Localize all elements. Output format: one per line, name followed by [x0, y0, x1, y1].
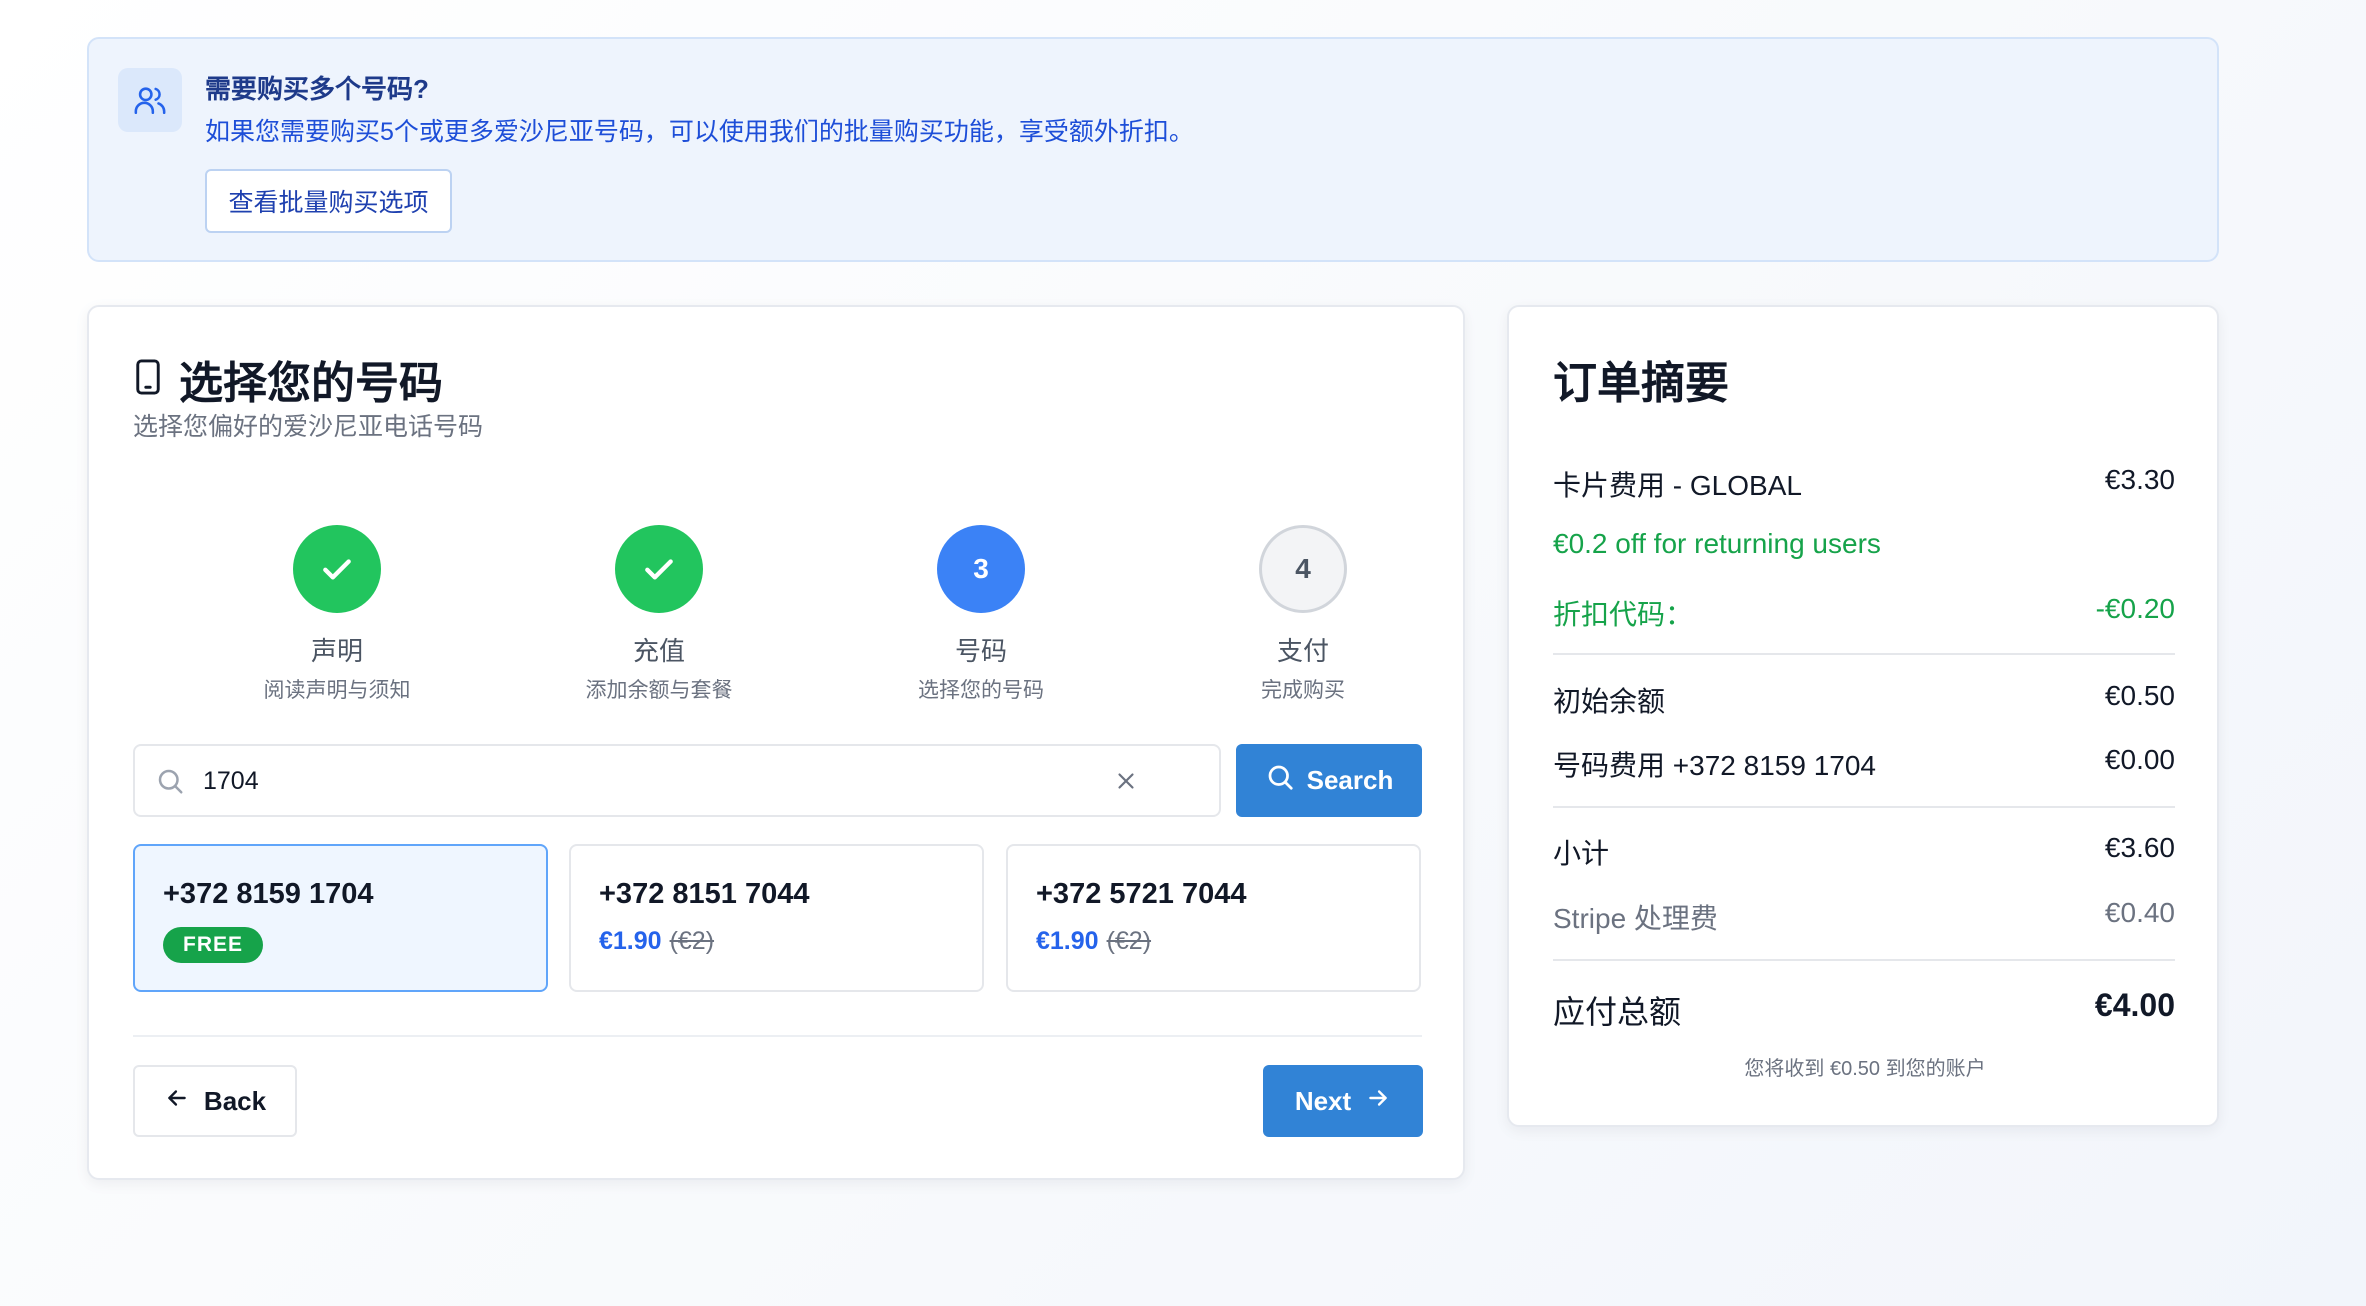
card-fee-value: €3.30	[2104, 464, 2175, 495]
banner-text: 如果您需要购买5个或更多爱沙尼亚号码，可以使用我们的批量购买功能，享受额外折扣。	[205, 118, 1194, 146]
number-fee-row: 号码费用 +372 8159 1704 €0.00	[1553, 744, 2175, 784]
card-fee-label: 卡片费用 - GLOBAL	[1553, 470, 1802, 501]
search-icon	[1265, 762, 1295, 799]
phone-icon	[133, 358, 163, 401]
arrow-right-icon	[1365, 1085, 1391, 1118]
divider	[133, 1035, 1422, 1037]
check-icon	[615, 525, 703, 613]
order-summary-card: 订单摘要 卡片费用 - GLOBAL €3.30 €0.2 off for re…	[1507, 305, 2219, 1127]
search-input[interactable]	[203, 760, 1103, 802]
subtotal-value: €3.60	[2104, 832, 2175, 863]
total-label: 应付总额	[1553, 994, 1682, 1030]
initial-balance-value: €0.50	[2104, 680, 2175, 711]
search-icon	[155, 766, 185, 801]
page: 需要购买多个号码? 如果您需要购买5个或更多爱沙尼亚号码，可以使用我们的批量购买…	[0, 0, 2366, 1306]
step-label: 支付	[1276, 636, 1329, 666]
search-field	[133, 744, 1221, 817]
number-option[interactable]: +372 8159 1704 FREE	[133, 844, 548, 992]
divider	[1553, 806, 2175, 808]
price-row: €1.90 (€2)	[599, 927, 714, 956]
step-desc: 添加余额与套餐	[585, 679, 733, 702]
page-subtitle: 选择您偏好的爱沙尼亚电话号码	[133, 413, 484, 441]
number-text: +372 5721 7044	[1036, 878, 1247, 910]
search-button[interactable]: Search	[1236, 744, 1422, 817]
step-label: 充值	[632, 636, 685, 666]
discount-value: -€0.20	[2095, 593, 2175, 624]
old-price: (€2)	[669, 927, 715, 955]
free-badge: FREE	[163, 927, 264, 963]
old-price: (€2)	[1106, 927, 1152, 955]
balance-note: 您将收到 €0.50 到您的账户	[1744, 1058, 1986, 1080]
divider	[1553, 959, 2175, 961]
step-number: 3 号码 选择您的号码	[851, 525, 1111, 704]
promo-row: €0.2 off for returning users	[1553, 528, 2175, 560]
divider	[1553, 653, 2175, 655]
users-icon	[118, 68, 182, 132]
price: €1.90	[599, 927, 662, 955]
total-value: €4.00	[2094, 987, 2175, 1023]
page-title: 选择您的号码	[179, 359, 443, 408]
banner-title: 需要购买多个号码?	[205, 74, 429, 104]
arrow-left-icon	[164, 1085, 190, 1118]
bulk-options-button[interactable]: 查看批量购买选项	[205, 169, 452, 233]
back-button-label: Back	[203, 1085, 267, 1116]
subtotal-row: 小计 €3.60	[1553, 832, 2175, 872]
promo-text: €0.2 off for returning users	[1553, 528, 1881, 559]
number-text: +372 8159 1704	[163, 878, 374, 910]
next-button[interactable]: Next	[1263, 1065, 1423, 1137]
discount-label: 折扣代码：	[1553, 599, 1694, 630]
number-fee-label: 号码费用 +372 8159 1704	[1553, 750, 1876, 781]
summary-title: 订单摘要	[1553, 359, 1729, 408]
check-icon	[293, 525, 381, 613]
stripe-fee-row: Stripe 处理费 €0.40	[1553, 897, 2175, 937]
initial-balance-label: 初始余额	[1553, 686, 1666, 717]
number-option[interactable]: +372 5721 7044 €1.90 (€2)	[1006, 844, 1421, 992]
stripe-fee-value: €0.40	[2104, 897, 2175, 928]
discount-row: 折扣代码： -€0.20	[1553, 593, 2175, 633]
back-button[interactable]: Back	[133, 1065, 297, 1137]
step-label: 声明	[310, 636, 363, 666]
step-declaration: 声明 阅读声明与须知	[207, 525, 467, 704]
next-button-label: Next	[1294, 1085, 1352, 1116]
total-row: 应付总额 €4.00	[1553, 987, 2175, 1033]
card-fee-row: 卡片费用 - GLOBAL €3.30	[1553, 464, 2175, 504]
stripe-fee-label: Stripe 处理费	[1553, 903, 1718, 934]
clear-icon[interactable]	[1113, 768, 1139, 799]
step-desc: 选择您的号码	[918, 679, 1044, 702]
number-option[interactable]: +372 8151 7044 €1.90 (€2)	[569, 844, 984, 992]
step-label: 号码	[954, 636, 1007, 666]
initial-balance-row: 初始余额 €0.50	[1553, 680, 2175, 720]
step-desc: 阅读声明与须知	[263, 679, 411, 702]
number-text: +372 8151 7044	[599, 878, 810, 910]
step-desc: 完成购买	[1261, 679, 1345, 702]
step-number-badge: 4	[1259, 525, 1347, 613]
step-topup: 充值 添加余额与套餐	[529, 525, 789, 704]
price: €1.90	[1036, 927, 1099, 955]
number-fee-value: €0.00	[2104, 744, 2175, 775]
step-payment: 4 支付 完成购买	[1173, 525, 1433, 704]
bulk-purchase-banner: 需要购买多个号码? 如果您需要购买5个或更多爱沙尼亚号码，可以使用我们的批量购买…	[87, 37, 2219, 262]
number-selection-card: 选择您的号码 选择您偏好的爱沙尼亚电话号码 声明 阅读声明与须知 充值 添加余额…	[87, 305, 1465, 1180]
card-header: 选择您的号码	[133, 347, 443, 411]
step-number-badge: 3	[937, 525, 1025, 613]
price-row: €1.90 (€2)	[1036, 927, 1151, 956]
search-button-label: Search	[1306, 765, 1394, 795]
subtotal-label: 小计	[1553, 838, 1610, 869]
